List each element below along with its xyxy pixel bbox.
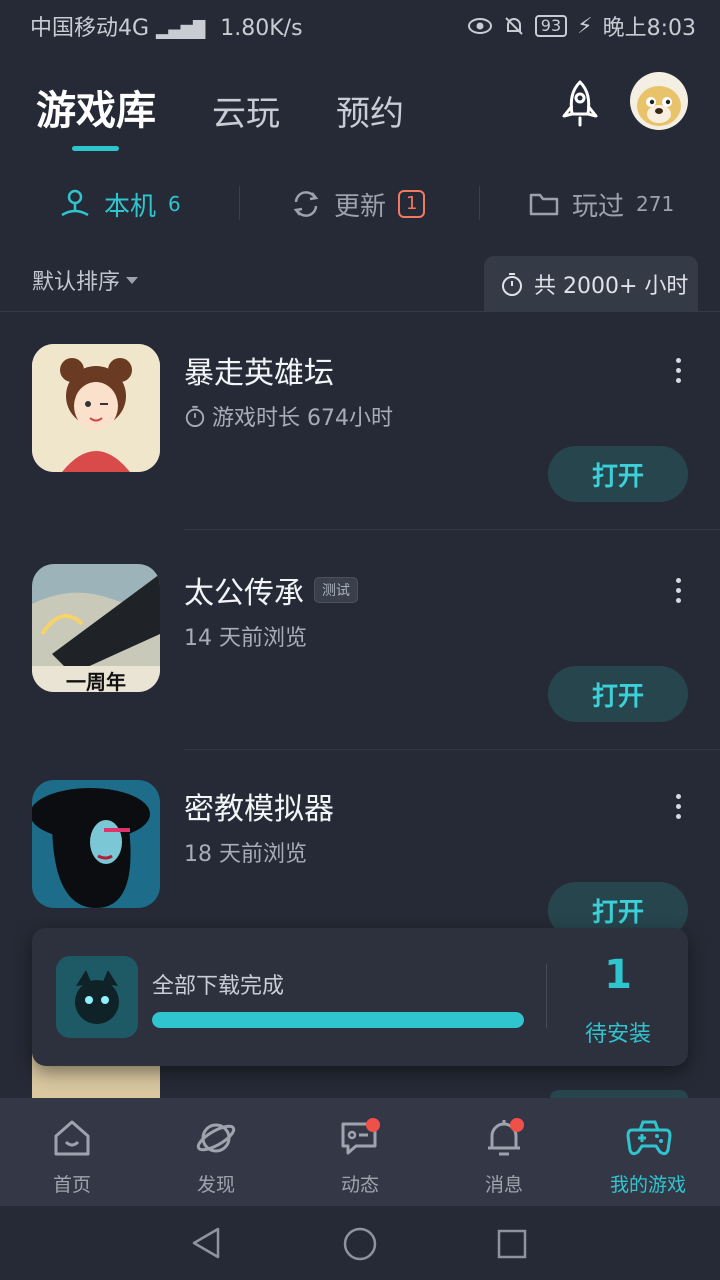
open-button[interactable]: 打开 <box>548 446 688 502</box>
nav-messages-label: 消息 <box>484 1174 523 1196</box>
stopwatch-icon <box>502 273 522 296</box>
nav-home[interactable]: 首页 <box>0 1098 144 1206</box>
divider <box>479 186 480 220</box>
notification-dot <box>366 1118 380 1132</box>
update-count-badge: 1 <box>398 190 426 218</box>
nav-my-games-label: 我的游戏 <box>609 1174 686 1196</box>
more-options-icon[interactable] <box>676 578 684 608</box>
tab-game-library[interactable]: 游戏库 <box>36 78 156 136</box>
charging-icon: ⚡ <box>577 13 593 39</box>
planet-icon <box>196 1123 236 1153</box>
download-progress-bar <box>152 1012 524 1028</box>
nav-feed-label: 动态 <box>340 1174 379 1196</box>
subtab-local-count: 6 <box>168 192 181 216</box>
system-nav-bar <box>0 1206 720 1280</box>
total-hours-text: 共 2000+ 小时 <box>534 274 689 299</box>
tab-active-indicator <box>72 146 119 151</box>
status-bar: 中国移动4G ▂▄▆█ 1.80K/s 93 ⚡ 晚上8:03 <box>0 0 720 50</box>
dropdown-arrow-icon <box>126 276 139 284</box>
tab-reservation[interactable]: 预约 <box>336 86 404 135</box>
game-subtitle: 游戏时长 674小时 <box>184 400 393 432</box>
home-icon <box>54 1120 90 1156</box>
subtab-update[interactable]: 更新 1 <box>290 183 426 225</box>
download-game-icon <box>56 956 138 1038</box>
signal-icon: ▂▄▆█ <box>156 20 206 39</box>
open-button[interactable]: 打开 <box>548 666 688 722</box>
subtab-local[interactable]: 本机 6 <box>58 183 181 225</box>
tab-cloud-play[interactable]: 云玩 <box>212 86 280 135</box>
game-row[interactable]: 暴走英雄坛 游戏时长 674小时 打开 <box>0 314 720 530</box>
more-options-icon[interactable] <box>676 358 684 388</box>
test-badge: 测试 <box>314 577 358 603</box>
pending-install-label[interactable]: 待安装 <box>572 1016 664 1048</box>
nav-discover[interactable]: 发现 <box>144 1098 288 1206</box>
carrier: 中国移动4G <box>30 16 150 41</box>
nav-feed[interactable]: 动态 <box>288 1098 432 1206</box>
game-icon[interactable]: 一周年 <box>32 564 160 692</box>
game-subtitle: 18 天前浏览 <box>184 842 307 867</box>
nav-my-games[interactable]: 我的游戏 <box>576 1098 720 1206</box>
game-row[interactable]: 一周年 太公传承 测试 14 天前浏览 打开 <box>0 534 720 750</box>
folder-icon <box>529 193 559 216</box>
game-subtitle: 14 天前浏览 <box>184 626 307 651</box>
game-title: 暴走英雄坛 <box>184 356 334 391</box>
battery-indicator: 93 <box>534 15 568 37</box>
back-icon[interactable] <box>190 1226 222 1260</box>
divider <box>184 529 720 530</box>
nav-discover-label: 发现 <box>196 1174 235 1196</box>
divider <box>239 186 240 220</box>
gamepad-icon <box>626 1120 672 1156</box>
rocket-icon[interactable] <box>554 78 606 130</box>
game-title: 太公传承 测试 <box>184 568 358 612</box>
eye-icon <box>467 18 492 34</box>
sort-label: 默认排序 <box>32 270 121 295</box>
recent-apps-icon[interactable] <box>496 1228 528 1260</box>
status-left: 中国移动4G ▂▄▆█ 1.80K/s <box>30 10 303 42</box>
more-options-icon[interactable] <box>676 794 684 824</box>
refresh-icon <box>293 191 319 217</box>
home-circle-icon[interactable] <box>342 1226 378 1262</box>
status-right: 93 ⚡ 晚上8:03 <box>467 10 696 42</box>
game-icon[interactable] <box>32 780 160 908</box>
nav-home-label: 首页 <box>52 1174 91 1196</box>
subtab-local-label: 本机 <box>104 191 157 222</box>
total-hours-chip: 共 2000+ 小时 <box>484 256 698 312</box>
subtab-played[interactable]: 玩过 271 <box>528 183 674 225</box>
mute-bell-icon <box>505 17 523 35</box>
icon-caption: 一周年 <box>66 670 126 692</box>
game-title: 密教模拟器 <box>184 792 334 827</box>
download-status-card[interactable]: 全部下载完成 1 待安装 <box>32 928 688 1066</box>
open-button[interactable] <box>550 1090 688 1098</box>
bottom-nav: 首页 发现 动态 消息 我的游戏 <box>0 1098 720 1206</box>
subtab-played-count: 271 <box>636 192 675 216</box>
subtab-update-label: 更新 <box>334 191 387 222</box>
avatar[interactable] <box>630 72 688 130</box>
divider <box>0 311 720 312</box>
download-status-text: 全部下载完成 <box>152 974 285 999</box>
clock: 晚上8:03 <box>602 16 696 41</box>
location-pin-icon <box>61 189 89 217</box>
subtab-played-label: 玩过 <box>572 191 625 222</box>
divider <box>546 964 547 1028</box>
sort-dropdown[interactable]: 默认排序 <box>32 264 139 296</box>
game-icon[interactable] <box>32 344 160 472</box>
notification-dot <box>510 1118 524 1132</box>
nav-messages[interactable]: 消息 <box>432 1098 576 1206</box>
pending-install-count: 1 <box>604 952 632 998</box>
download-progress-fill <box>152 1012 524 1028</box>
network-speed: 1.80K/s <box>220 16 303 41</box>
stopwatch-icon <box>185 405 205 427</box>
